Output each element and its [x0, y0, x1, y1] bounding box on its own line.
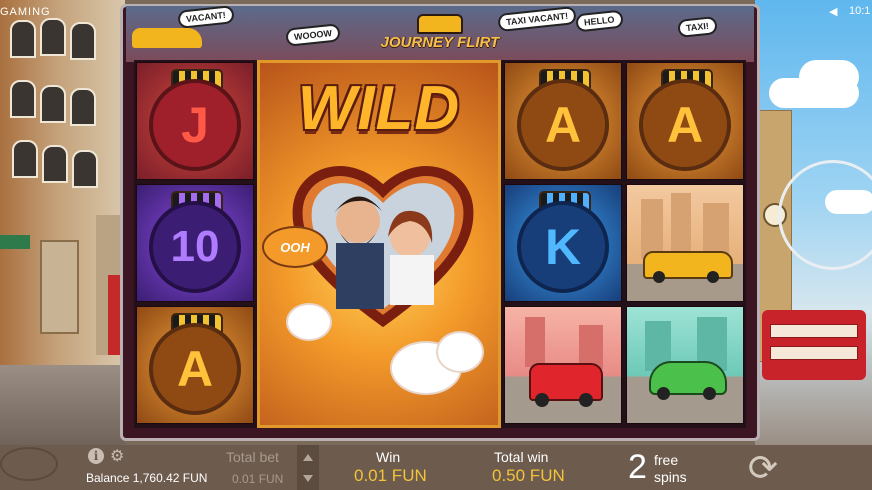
- bet-increase-icon[interactable]: [303, 454, 313, 461]
- brand-label: GAMING: [0, 6, 51, 18]
- reel-symbol-beetle: [626, 306, 744, 424]
- free-spins-label: spins: [654, 469, 687, 485]
- reel-symbol: K: [504, 184, 622, 302]
- wild-symbol: WILD OOH: [257, 60, 501, 428]
- free-spins-count: 2: [628, 448, 647, 486]
- spin-refresh-icon[interactable]: ⟳: [738, 446, 788, 490]
- manhole-icon: [0, 447, 58, 481]
- balance-label: Balance 1,760.42 FUN: [86, 471, 208, 485]
- cloud-puff: [436, 331, 484, 373]
- win-label: Win: [376, 449, 401, 465]
- speech-bubble: HELLO: [575, 9, 624, 33]
- red-double-decker-bus: [762, 310, 866, 380]
- symbol-letter: J: [181, 97, 209, 153]
- symbol-letter: 10: [170, 222, 220, 271]
- reel-symbol: A: [136, 306, 254, 424]
- game-title: JOURNEY FLIRT: [380, 34, 500, 51]
- info-icon[interactable]: i: [88, 448, 104, 464]
- cloud-puff: [286, 303, 332, 341]
- bet-decrease-icon[interactable]: [303, 475, 313, 482]
- free-spins-label: free: [654, 452, 679, 468]
- clock-time: 10:1: [849, 5, 871, 17]
- wild-label: WILD: [297, 74, 461, 143]
- reel-symbol: 10: [136, 184, 254, 302]
- gear-icon[interactable]: ⚙: [110, 446, 124, 466]
- total-bet-label: Total bet: [226, 449, 279, 465]
- reel-symbol: A: [504, 62, 622, 180]
- speech-bubble: VACANT!: [177, 6, 235, 29]
- sound-icon[interactable]: ◀: [829, 5, 841, 18]
- speech-bubble: WOOOW: [285, 23, 341, 47]
- taxi-cap-icon: [417, 14, 463, 34]
- balance-value: 1,760.42 FUN: [132, 471, 208, 485]
- game-logo: JOURNEY FLIRT: [360, 14, 520, 58]
- sidewalk: [0, 365, 125, 445]
- ooh-bubble: OOH: [262, 226, 328, 268]
- win-value: 0.01 FUN: [354, 466, 427, 485]
- total-bet-value: 0.01 FUN: [232, 472, 284, 486]
- reel-symbol: J: [136, 62, 254, 180]
- total-win-value: 0.50 FUN: [492, 466, 565, 485]
- symbol-letter: A: [544, 97, 582, 153]
- reel-symbol-tuk-tuk: [504, 306, 622, 424]
- reel-symbol-taxi: [626, 184, 744, 302]
- reel-area: J 10 A WILD OOH A K A: [134, 60, 746, 428]
- total-win-label: Total win: [494, 449, 549, 465]
- symbol-letter: K: [544, 219, 582, 275]
- symbol-letter: A: [666, 97, 704, 153]
- speech-bubble: TAXI!: [677, 16, 718, 38]
- symbol-letter: A: [176, 341, 214, 397]
- bet-stepper[interactable]: [297, 445, 319, 490]
- reel-symbol: A: [626, 62, 744, 180]
